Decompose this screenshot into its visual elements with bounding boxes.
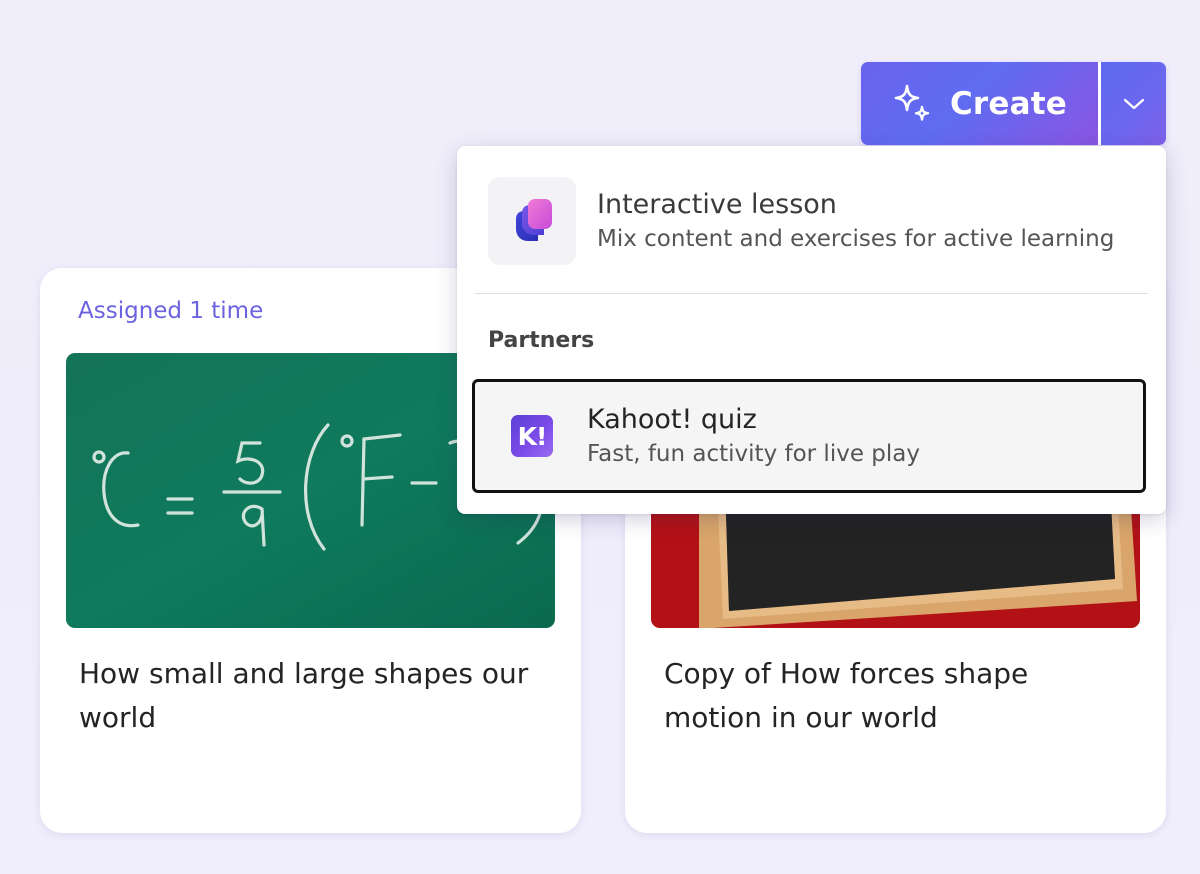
partners-section-label: Partners xyxy=(488,328,595,353)
menu-item-subtitle: Mix content and exercises for active lea… xyxy=(597,226,1115,252)
menu-item-title: Interactive lesson xyxy=(597,189,837,220)
card-title: How small and large shapes our world xyxy=(79,657,529,734)
create-dropdown-toggle[interactable] xyxy=(1101,62,1166,145)
chevron-down-icon xyxy=(1122,97,1146,111)
create-split-button: Create xyxy=(861,62,1166,145)
sparkle-icon xyxy=(892,83,934,125)
menu-item-interactive-lesson[interactable]: Interactive lesson Mix content and exerc… xyxy=(488,177,1138,265)
split-divider xyxy=(1098,62,1101,145)
create-button-label: Create xyxy=(949,85,1068,122)
create-menu: Interactive lesson Mix content and exerc… xyxy=(457,146,1166,514)
menu-item-subtitle: Fast, fun activity for live play xyxy=(587,441,920,467)
interactive-lesson-icon xyxy=(488,177,576,265)
card-title: Copy of How forces shape motion in our w… xyxy=(664,657,1029,734)
menu-item-title: Kahoot! quiz xyxy=(587,404,757,435)
menu-item-kahoot-quiz[interactable]: K! Kahoot! quiz Fast, fun activity for l… xyxy=(472,379,1146,493)
assigned-badge: Assigned 1 time xyxy=(78,298,264,324)
menu-divider xyxy=(475,293,1148,294)
create-button[interactable]: Create xyxy=(861,62,1098,145)
kahoot-logo-icon: K! xyxy=(511,415,553,457)
